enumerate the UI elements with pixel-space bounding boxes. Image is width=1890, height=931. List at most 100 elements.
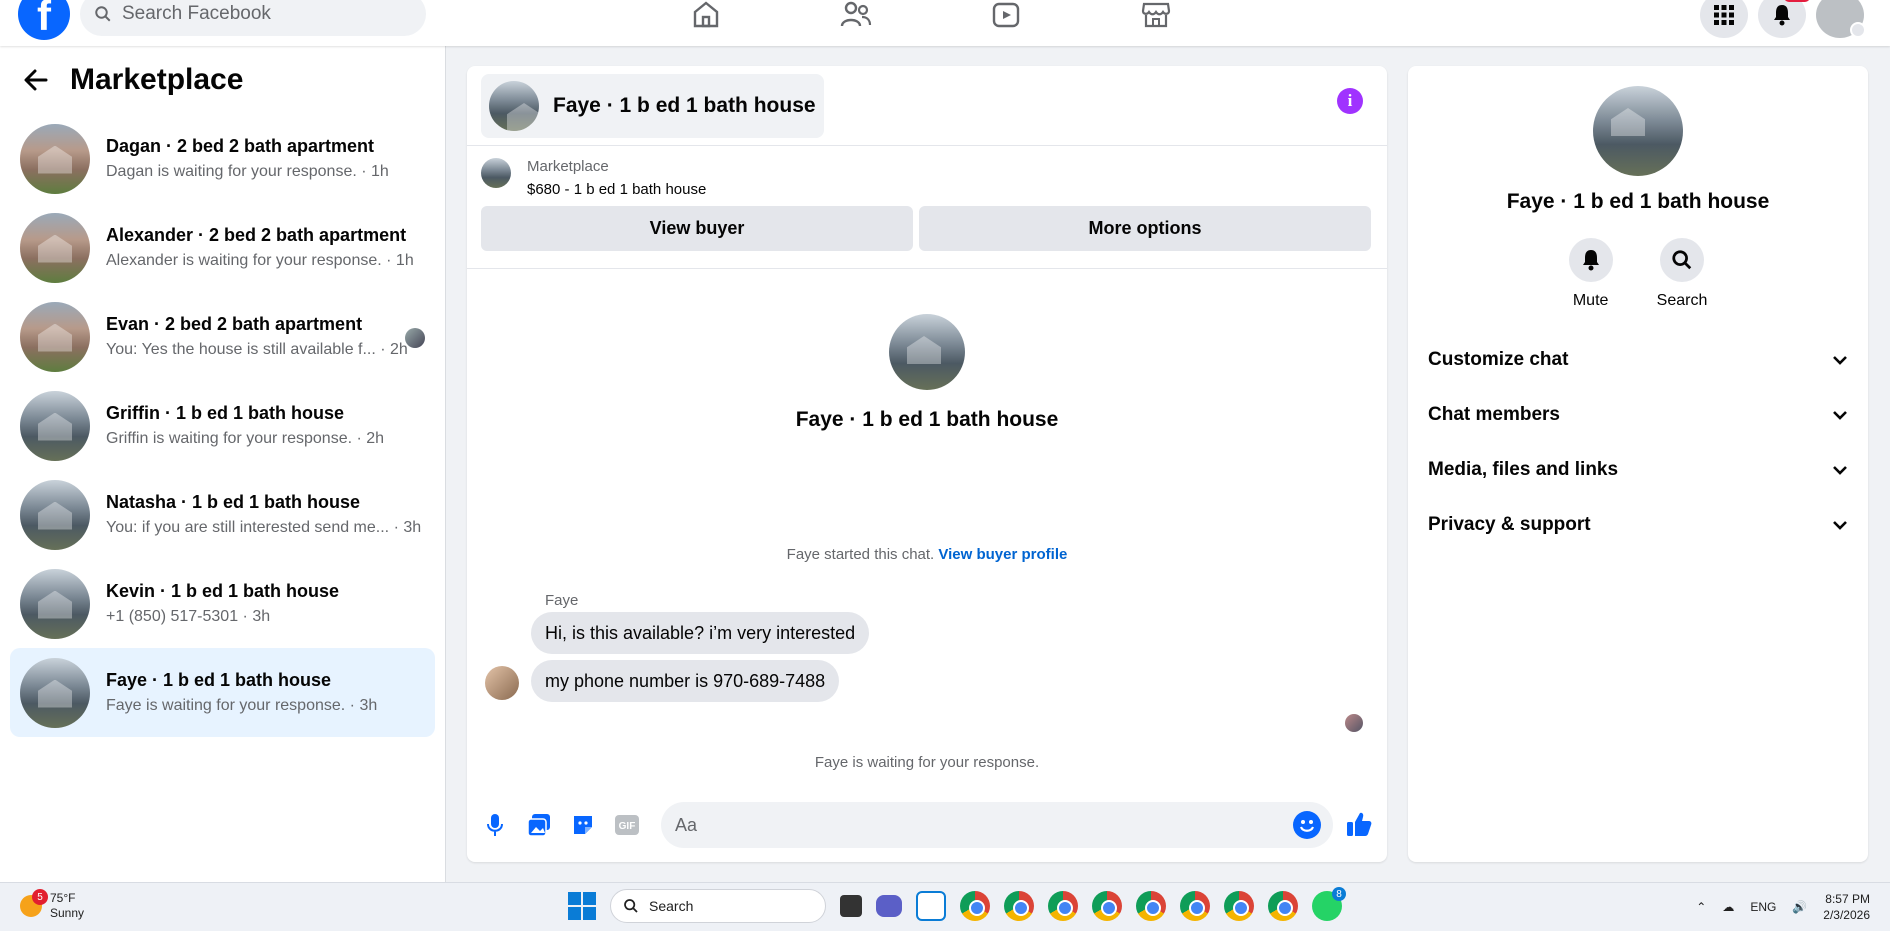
account-avatar[interactable] (1816, 0, 1866, 38)
search-icon (1672, 250, 1692, 270)
mute-button[interactable]: Mute (1568, 238, 1613, 310)
chat-list-item[interactable]: Griffin · 1 b ed 1 bath house Griffin is … (10, 381, 435, 470)
weather-desc: Sunny (50, 906, 85, 920)
profile-name: Faye · 1 b ed 1 bath house (795, 408, 1059, 431)
whatsapp-icon[interactable]: 8 (1312, 887, 1346, 921)
message-composer: GIF Aa (467, 802, 1387, 848)
chevron-down-icon (1833, 465, 1847, 475)
chrome-profile-icon[interactable] (1092, 891, 1122, 921)
conversation-header[interactable]: Faye · 1 b ed 1 bath house (481, 74, 824, 138)
weather-temp: 75°F (50, 891, 76, 905)
view-buyer-profile-link[interactable]: View buyer profile (938, 546, 1067, 563)
chevron-down-icon (1833, 355, 1847, 365)
gif-icon[interactable]: GIF (613, 811, 641, 839)
chevron-down-icon (1833, 410, 1847, 420)
listing-price[interactable]: $680 - 1 b ed 1 bath house (527, 181, 706, 198)
media-files-links-section[interactable]: Media, files and links (1428, 442, 1848, 497)
info-icon[interactable]: i (1337, 88, 1363, 114)
mute-label: Mute (1572, 292, 1609, 309)
sender-avatar[interactable] (485, 666, 519, 700)
chat-list-item[interactable]: Natasha · 1 b ed 1 bath house You: if you… (10, 470, 435, 559)
message-bubble[interactable]: Hi, is this available? i’m very interest… (531, 612, 870, 654)
bell-icon (1582, 250, 1599, 271)
emoji-icon[interactable] (1293, 811, 1321, 839)
thumbs-up-icon[interactable] (1345, 810, 1373, 843)
chat-preview: You: Yes the house is still available f.… (106, 341, 408, 358)
search-conversation-button[interactable]: Search (1656, 238, 1708, 310)
message-bubble[interactable]: my phone number is 970-689-7488 (531, 660, 840, 702)
back-arrow-icon[interactable] (24, 69, 48, 91)
listing-thumbnail (481, 158, 511, 188)
conversation-panel: Faye · 1 b ed 1 bath house i Marketplace… (467, 66, 1387, 862)
video-icon[interactable] (990, 0, 1022, 28)
profile-photo (1593, 86, 1683, 176)
chat-list-item-active[interactable]: Faye · 1 b ed 1 bath house Faye is waitin… (10, 648, 435, 737)
taskbar-search[interactable]: Search (610, 889, 826, 923)
snipping-tool-icon[interactable] (916, 891, 946, 921)
notification-badge (1784, 0, 1810, 2)
listing-photo (20, 657, 90, 728)
search-label: Search (1656, 292, 1708, 309)
photo-icon[interactable] (525, 811, 553, 839)
top-navigation-bar: f Search Facebook (0, 0, 1890, 46)
friends-icon[interactable] (840, 0, 872, 28)
notifications-bell-icon[interactable] (1758, 0, 1810, 38)
marketplace-icon[interactable] (1140, 0, 1172, 28)
clock[interactable]: 8:57 PM 2/3/2026 (1823, 891, 1870, 923)
cloud-off-icon[interactable]: ☁ (1722, 900, 1734, 914)
customize-chat-section[interactable]: Customize chat (1428, 332, 1848, 387)
chat-list-item[interactable]: Alexander · 2 bed 2 bath apartment Alexan… (10, 203, 435, 292)
chat-list-item[interactable]: Evan · 2 bed 2 bath apartment You: Yes th… (10, 292, 435, 381)
chevron-up-icon[interactable]: ⌃ (1696, 900, 1706, 914)
chat-preview: Faye is waiting for your response. · 3h (106, 697, 378, 714)
listing-photo (20, 568, 90, 639)
sticker-icon[interactable] (569, 811, 597, 839)
teams-meet-icon[interactable] (876, 895, 902, 917)
chrome-profile-icon[interactable] (1136, 891, 1166, 921)
chat-title: Griffin · 1 b ed 1 bath house (106, 403, 345, 423)
conversation-title: Faye · 1 b ed 1 bath house (553, 94, 816, 117)
listing-photo (20, 479, 90, 550)
message-input[interactable]: Aa (661, 802, 1333, 848)
chrome-profile-icon[interactable] (1224, 891, 1254, 921)
menu-grid-icon[interactable] (1700, 0, 1748, 38)
windows-start-icon[interactable] (568, 892, 596, 920)
volume-icon[interactable]: 🔊 (1792, 900, 1807, 914)
chat-members-section[interactable]: Chat members (1428, 387, 1848, 442)
privacy-support-section[interactable]: Privacy & support (1428, 497, 1848, 552)
chrome-profile-icon[interactable] (1004, 891, 1034, 921)
marketplace-chat-list-panel: Marketplace Dagan · 2 bed 2 bath apartme… (0, 46, 446, 882)
facebook-logo[interactable]: f (18, 0, 70, 40)
chat-preview: You: if you are still interested send me… (106, 519, 422, 536)
home-icon[interactable] (690, 0, 722, 28)
view-buyer-button[interactable]: View buyer (481, 206, 913, 251)
chat-details-panel: Faye · 1 b ed 1 bath house Mute Search C… (1408, 66, 1868, 862)
microphone-icon[interactable] (481, 811, 509, 839)
profile-name: Faye · 1 b ed 1 bath house (1506, 190, 1770, 213)
divider (467, 263, 1387, 269)
chrome-icon[interactable] (960, 891, 990, 921)
sender-name: Faye (545, 592, 579, 609)
chevron-down-icon (1833, 520, 1847, 530)
weather-badge: 5 (32, 889, 48, 905)
chat-preview: Alexander is waiting for your response. … (106, 252, 414, 269)
chat-title: Evan · 2 bed 2 bath apartment (106, 314, 363, 334)
chrome-profile-icon[interactable] (1180, 891, 1210, 921)
task-view-icon[interactable] (840, 895, 862, 917)
chat-list-item[interactable]: Dagan · 2 bed 2 bath apartment Dagan is w… (10, 114, 435, 203)
waiting-notice: Faye is waiting for your response. (814, 754, 1040, 771)
read-receipt-avatar (1345, 714, 1363, 732)
weather-widget[interactable]: 5 75°F Sunny (20, 889, 85, 921)
search-icon (624, 899, 638, 913)
chrome-profile-icon[interactable] (1268, 891, 1298, 921)
chrome-profile-icon[interactable] (1048, 891, 1078, 921)
chat-list-item[interactable]: Kevin · 1 b ed 1 bath house +1 (850) 517-… (10, 559, 435, 648)
language-indicator[interactable]: ENG (1750, 900, 1776, 914)
search-facebook-input[interactable]: Search Facebook (80, 0, 426, 36)
more-options-button[interactable]: More options (919, 206, 1371, 251)
chat-preview: Griffin is waiting for your response. · … (106, 430, 385, 447)
listing-photo (20, 212, 90, 283)
seen-avatar (405, 328, 425, 348)
marketplace-label: Marketplace (527, 158, 609, 175)
listing-photo (20, 390, 90, 461)
